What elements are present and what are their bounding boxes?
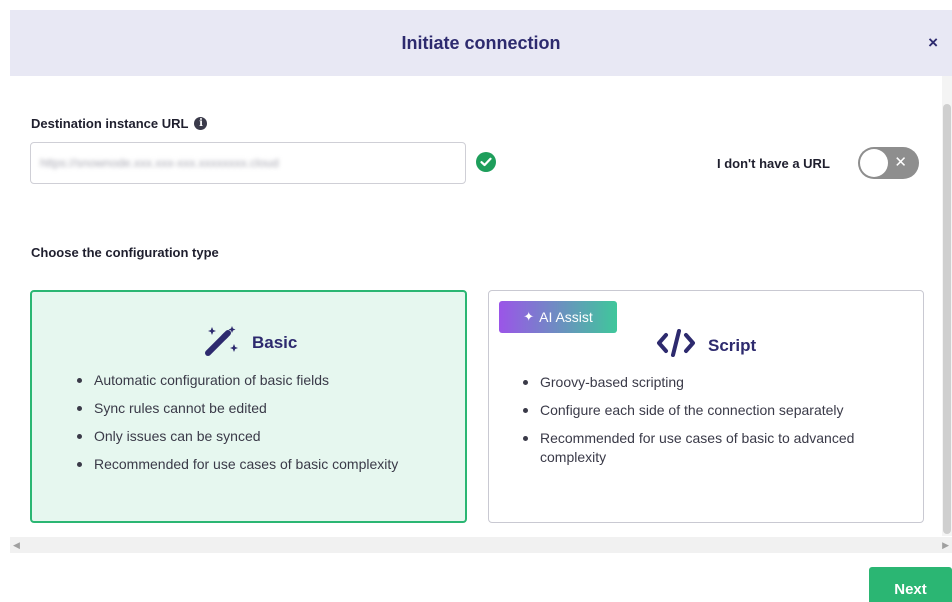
list-item: Automatic configuration of basic fields (74, 371, 454, 390)
basic-config-card[interactable]: Basic Automatic configuration of basic f… (30, 290, 467, 523)
list-item: Configure each side of the connection se… (520, 401, 910, 420)
destination-url-label-text: Destination instance URL (31, 116, 189, 131)
list-item: Sync rules cannot be edited (74, 399, 454, 418)
ai-assist-badge: ✦ AI Assist (499, 301, 617, 333)
close-button[interactable]: × (928, 34, 938, 51)
script-card-title: Script (708, 335, 757, 355)
next-button[interactable]: Next (869, 567, 952, 602)
no-url-label: I don't have a URL (717, 156, 830, 171)
initiate-connection-modal: Initiate connection × Destination instan… (10, 10, 952, 602)
no-url-toggle[interactable]: ✕ (858, 147, 919, 179)
destination-url-label: Destination instance URL i (31, 116, 208, 131)
modal-title: Initiate connection (401, 32, 561, 53)
basic-card-title: Basic (252, 332, 298, 352)
scroll-left-icon[interactable]: ◀ (13, 540, 20, 551)
destination-url-value: https://snownode.xxx.xxx-xxx.xxxxxxxx.cl… (40, 156, 279, 170)
basic-card-header: Basic (204, 324, 297, 361)
modal-header: Initiate connection × (10, 10, 952, 76)
sparkle-icon: ✦ (523, 309, 535, 324)
ai-assist-label: AI Assist (539, 309, 593, 325)
script-feature-list: Groovy-based scripting Configure each si… (520, 373, 910, 476)
horizontal-scrollbar[interactable]: ◀ ▶ (10, 537, 952, 553)
list-item: Recommended for use cases of basic to ad… (520, 429, 910, 467)
info-icon[interactable]: i (194, 117, 208, 130)
configuration-type-title: Choose the configuration type (31, 245, 219, 260)
scroll-right-icon[interactable]: ▶ (942, 540, 949, 551)
vertical-scrollbar-thumb[interactable] (943, 104, 951, 534)
script-card-header: Script (656, 329, 756, 362)
list-item: Groovy-based scripting (520, 373, 910, 392)
script-config-card[interactable]: ✦ AI Assist Script Groovy-based scriptin… (488, 290, 924, 523)
list-item: Only issues can be synced (74, 427, 454, 446)
basic-feature-list: Automatic configuration of basic fields … (74, 371, 454, 483)
list-item: Recommended for use cases of basic compl… (74, 455, 454, 474)
code-icon (656, 329, 696, 362)
magic-wand-icon (204, 324, 240, 361)
valid-check-icon (476, 152, 496, 172)
toggle-knob (860, 149, 888, 177)
toggle-off-icon: ✕ (894, 154, 907, 171)
